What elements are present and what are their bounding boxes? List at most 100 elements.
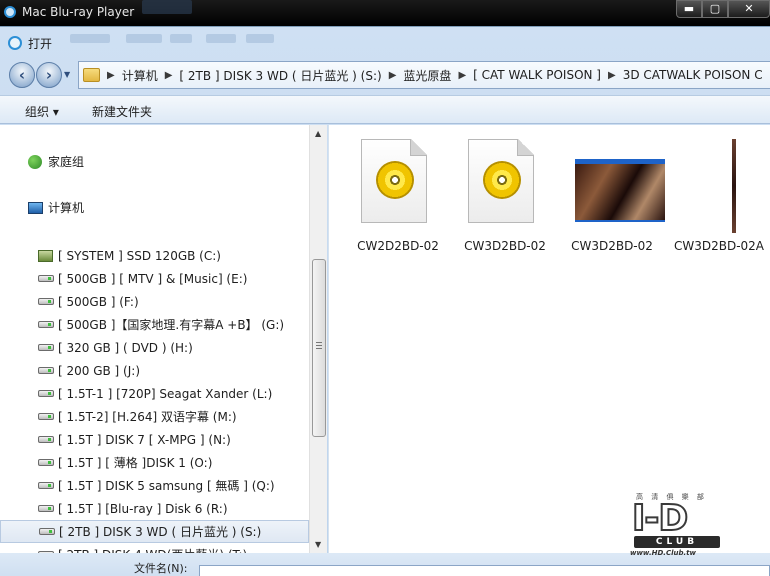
disc-icon (376, 161, 414, 199)
nav-item-label: [ 500GB ] [ MTV ] & [Music] (E:) (58, 271, 248, 286)
watermark-url: www.HD.Club.tw (630, 549, 696, 557)
scroll-up-arrow[interactable]: ▲ (315, 129, 321, 138)
hard-drive-icon (38, 436, 54, 443)
disc-icon (483, 161, 521, 199)
nav-item-drive[interactable]: [ 1.5T ] DISK 5 samsung [ 無碼 ] (Q:) (0, 474, 309, 497)
nav-item-label: [ 1.5T ] [ 薄格 ]DISK 1 (O:) (58, 456, 213, 470)
blurred-menu-fragment (126, 34, 162, 43)
watermark-hd-text: I-D (631, 497, 689, 540)
maximize-button[interactable]: ▢ (702, 0, 728, 18)
nav-item-drive[interactable]: [ 1.5T ] [Blu-ray ] Disk 6 (R:) (0, 497, 309, 520)
nav-item-label: 计算机 (48, 201, 85, 215)
breadcrumb-separator[interactable]: ▶ (455, 70, 469, 81)
hard-drive-icon (38, 344, 54, 351)
file-item[interactable]: CW3D2BD-02 (436, 137, 546, 257)
nav-item-computer[interactable]: 计算机 (0, 196, 309, 219)
blurred-menu-fragment (206, 34, 236, 43)
hard-drive-icon (38, 275, 54, 282)
nav-item-label: [ 1.5T ] [Blu-ray ] Disk 6 (R:) (58, 501, 228, 516)
recent-locations-dropdown[interactable]: ▼ (64, 70, 70, 79)
nav-item-drive[interactable]: [ 500GB ] (F:) (0, 290, 309, 313)
organize-button[interactable]: 组织 ▾ (25, 103, 59, 120)
dialog-titlebar: 打开 (0, 27, 770, 57)
hard-drive-icon (38, 298, 54, 305)
nav-item-drive[interactable]: [ 1.5T ] DISK 7 [ X-MPG ] (N:) (0, 428, 309, 451)
nav-item-drive[interactable]: [ 1.5T-1 ] [720P] Seagat Xander (L:) (0, 382, 309, 405)
nav-item-label: [ 2TB ] DISK 4 WD(西片藍光) (T:) (58, 546, 247, 553)
app-title: Mac Blu-ray Player (22, 5, 135, 19)
new-folder-button[interactable]: 新建文件夹 (92, 103, 152, 120)
nav-pane-scrollbar[interactable]: ▲ ▼ (309, 125, 327, 553)
filename-label: 文件名(N): (134, 562, 188, 575)
forward-button[interactable]: › (36, 62, 62, 88)
breadcrumb-folder[interactable]: 蓝光原盘 (399, 67, 455, 84)
minimize-button[interactable]: ▬ (676, 0, 702, 18)
nav-item-homegroup[interactable]: 家庭组 (0, 150, 309, 173)
cover-spine-icon (732, 139, 736, 233)
nav-item-label: [ 200 GB ] (J:) (58, 363, 141, 378)
scroll-thumb[interactable] (312, 259, 326, 437)
nav-item-label: [ 1.5T ] DISK 7 [ X-MPG ] (N:) (58, 432, 231, 447)
blurred-menu-fragment (70, 34, 110, 43)
hard-drive-icon (38, 413, 54, 420)
nav-item-drive[interactable]: [ 500GB ]【国家地理.有字幕A +B】 (G:) (0, 313, 309, 336)
nav-item-drive[interactable]: [ 320 GB ] ( DVD ) (H:) (0, 336, 309, 359)
file-item[interactable]: CW3D2BD-02 (543, 137, 665, 257)
system-drive-icon (38, 249, 53, 262)
homegroup-icon (28, 154, 42, 169)
app-titlebar: Mac Blu-ray Player ▬ ▢ ✕ (0, 0, 770, 26)
dialog-title: 打开 (28, 37, 53, 51)
nav-item-label: [ 1.5T-1 ] [720P] Seagat Xander (L:) (58, 386, 273, 401)
breadcrumb-computer[interactable]: 计算机 (118, 67, 162, 84)
breadcrumb-separator[interactable]: ▶ (162, 70, 176, 81)
nav-item-drive[interactable]: [ SYSTEM ] SSD 120GB (C:) (0, 244, 309, 267)
nav-item-label: [ 320 GB ] ( DVD ) (H:) (58, 340, 193, 355)
file-item[interactable]: CW2D2BD-02 (329, 137, 439, 257)
hard-drive-icon (38, 390, 54, 397)
file-item[interactable]: CW3D2BD-02A (650, 137, 764, 257)
nav-item-label: [ 1.5T-2] [H.264] 双语字幕 (M:) (58, 410, 237, 424)
breadcrumb-separator[interactable]: ▶ (605, 70, 619, 81)
nav-item-drive[interactable]: [ 500GB ] [ MTV ] & [Music] (E:) (0, 267, 309, 290)
background-window-fragment (142, 0, 192, 14)
scroll-down-arrow[interactable]: ▼ (315, 540, 321, 549)
nav-item-label: [ 500GB ] (F:) (58, 294, 139, 309)
hard-drive-icon (38, 482, 54, 489)
hard-drive-icon (38, 459, 54, 466)
filename-input[interactable] (199, 565, 770, 576)
app-logo-icon (4, 6, 16, 18)
breadcrumb-drive[interactable]: [ 2TB ] DISK 3 WD ( 日片蓝光 ) (S:) (175, 67, 385, 84)
computer-icon (28, 201, 43, 214)
breadcrumb-separator[interactable]: ▶ (104, 70, 118, 81)
watermark-club-text: CLUB (634, 536, 720, 548)
file-name: CW3D2BD-02A (673, 239, 765, 253)
folder-icon (83, 68, 100, 82)
nav-item-drive[interactable]: [ 2TB ] DISK 3 WD ( 日片蓝光 ) (S:) (0, 520, 309, 543)
scroll-grip-icon (316, 342, 322, 349)
nav-item-drive[interactable]: [ 200 GB ] (J:) (0, 359, 309, 382)
file-list-pane: CW2D2BD-02 CW3D2BD-02 CW3D2BD-02 CW3D2BD… (328, 125, 770, 553)
nav-item-label: [ 500GB ]【国家地理.有字幕A +B】 (G:) (58, 318, 285, 332)
breadcrumb-separator[interactable]: ▶ (386, 70, 400, 81)
nav-item-label: [ SYSTEM ] SSD 120GB (C:) (58, 248, 221, 263)
blurred-menu-fragment (246, 34, 274, 43)
command-toolbar: 组织 ▾ 新建文件夹 (0, 95, 770, 124)
disc-image-icon (468, 139, 534, 223)
close-button[interactable]: ✕ (728, 0, 770, 18)
navigation-row: ‹ › ▼ ▶ 计算机 ▶ [ 2TB ] DISK 3 WD ( 日片蓝光 )… (0, 57, 770, 93)
nav-item-label: [ 2TB ] DISK 3 WD ( 日片蓝光 ) (S:) (59, 525, 262, 539)
nav-item-drive[interactable]: [ 2TB ] DISK 4 WD(西片藍光) (T:) (0, 543, 309, 553)
back-button[interactable]: ‹ (9, 62, 35, 88)
nav-item-label: [ 1.5T ] DISK 5 samsung [ 無碼 ] (Q:) (58, 479, 275, 493)
breadcrumb-subfolder[interactable]: [ CAT WALK POISON ] (469, 68, 605, 82)
breadcrumb-current[interactable]: 3D CATWALK POISON C (619, 68, 767, 82)
address-bar[interactable]: ▶ 计算机 ▶ [ 2TB ] DISK 3 WD ( 日片蓝光 ) (S:) … (78, 61, 770, 89)
hard-drive-icon (38, 505, 54, 512)
hard-drive-icon (39, 528, 55, 535)
hd-club-watermark: 高 清 俱 樂 部 I-D CLUB www.HD.Club.tw (630, 492, 726, 558)
nav-item-drive[interactable]: [ 1.5T-2] [H.264] 双语字幕 (M:) (0, 405, 309, 428)
hard-drive-icon (38, 321, 54, 328)
navigation-pane: 家庭组 计算机 [ SYSTEM ] SSD 120GB (C:) [ 500GB… (0, 125, 327, 553)
nav-item-label: 家庭组 (48, 155, 85, 169)
nav-item-drive[interactable]: [ 1.5T ] [ 薄格 ]DISK 1 (O:) (0, 451, 309, 474)
